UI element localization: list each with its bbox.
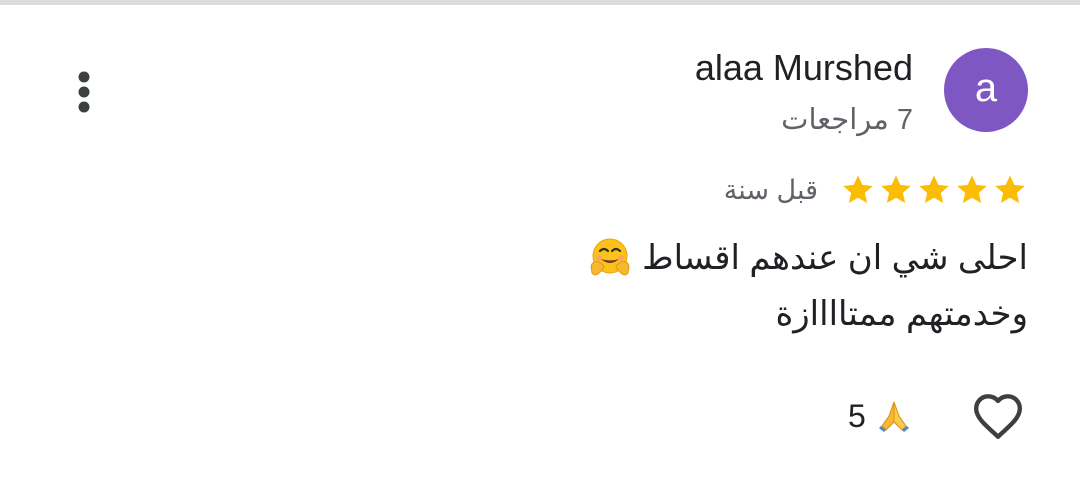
review-text: احلى شي ان عندهم اقساط وخدمتهم ممتاااازة xyxy=(468,230,1028,342)
folded-hands-icon xyxy=(876,398,912,434)
star-icon xyxy=(954,172,990,208)
author-review-count[interactable]: 7 مراجعات xyxy=(781,100,913,140)
heart-outline-icon xyxy=(974,394,1022,439)
review-date: قبل سنة xyxy=(723,175,818,205)
review-text-line-2-text: وخدمتهم ممتاااازة xyxy=(775,295,1028,333)
review-text-line-1: احلى شي ان عندهم اقساط xyxy=(468,230,1028,286)
star-rating xyxy=(840,172,1028,208)
reaction-count: 5 xyxy=(848,398,866,434)
reaction-summary[interactable]: 5 xyxy=(848,394,912,438)
review-text-line-2: وخدمتهم ممتاااازة xyxy=(468,286,1028,342)
top-divider xyxy=(0,0,1080,5)
author-name[interactable]: alaa Murshed xyxy=(695,46,913,90)
avatar-letter: a xyxy=(974,66,998,110)
star-icon xyxy=(878,172,914,208)
more-vert-icon xyxy=(78,71,90,113)
star-icon xyxy=(916,172,952,208)
avatar[interactable]: a xyxy=(944,48,1028,132)
star-icon xyxy=(992,172,1028,208)
star-icon xyxy=(840,172,876,208)
more-options-button[interactable] xyxy=(62,68,106,116)
hugging-face-icon xyxy=(588,236,632,280)
rating-row: قبل سنة xyxy=(724,172,1028,208)
like-button[interactable] xyxy=(960,386,1036,446)
review-text-line-1-text: احلى شي ان عندهم اقساط xyxy=(642,239,1028,277)
